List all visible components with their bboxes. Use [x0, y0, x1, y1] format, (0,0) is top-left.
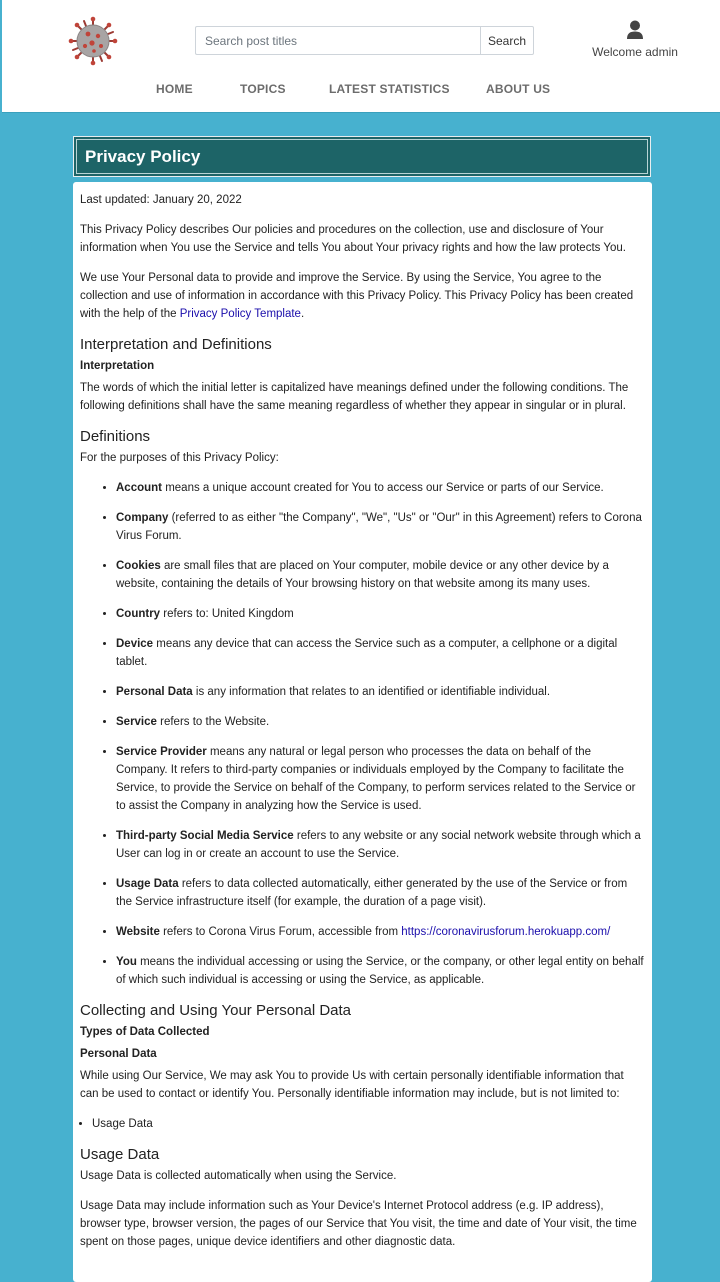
- definition-text: refers to data collected automatically, …: [116, 878, 628, 908]
- interpretation-text: The words of which the initial letter is…: [80, 382, 629, 412]
- usage-data-text-1: Usage Data is collected automatically wh…: [80, 1170, 397, 1182]
- search-button[interactable]: Search: [480, 26, 534, 55]
- definition-term: Cookies: [116, 560, 161, 572]
- definition-term: Account: [116, 482, 162, 494]
- list-item: Usage Data: [92, 1115, 645, 1133]
- definition-term: Personal Data: [116, 686, 193, 698]
- nav-topics[interactable]: TOPICS: [240, 82, 286, 96]
- definition-term: Country: [116, 608, 161, 620]
- virus-logo-icon[interactable]: [68, 16, 118, 66]
- welcome-text: Welcome admin: [592, 45, 678, 59]
- site-header: Search Welcome admin HOME TOPICS LATEST …: [2, 0, 720, 113]
- privacy-policy-template-link[interactable]: Privacy Policy Template: [180, 308, 301, 320]
- subheading-personal-data: Personal Data: [80, 1048, 157, 1060]
- list-item: Device means any device that can access …: [116, 635, 645, 671]
- list-item: You means the individual accessing or us…: [116, 953, 645, 989]
- definition-term: Device: [116, 638, 154, 650]
- intro-2-end: .: [300, 308, 305, 320]
- section-heading-interpretation-definitions: Interpretation and Definitions: [80, 336, 272, 353]
- definition-term: Service Provider: [116, 746, 207, 758]
- policy-content: Last updated: January 20, 2022 This Priv…: [73, 182, 652, 1282]
- personal-data-list: Usage Data: [80, 1115, 645, 1133]
- list-item: Service refers to the Website.: [116, 713, 645, 731]
- definition-text: are small files that are placed on Your …: [116, 560, 609, 590]
- usage-data-text-2: Usage Data may include information such …: [80, 1200, 637, 1248]
- website-url-link[interactable]: https://coronavirusforum.herokuapp.com/: [401, 926, 610, 938]
- definition-text: is any information that relates to an id…: [192, 686, 551, 698]
- intro-2-text: We use Your Personal data to provide and…: [80, 272, 634, 320]
- definition-text: means a unique account created for You t…: [162, 482, 604, 494]
- nav-about-us[interactable]: ABOUT US: [486, 82, 550, 96]
- list-item: Third-party Social Media Service refers …: [116, 827, 645, 863]
- main-nav: HOME TOPICS LATEST STATISTICS ABOUT US: [2, 82, 720, 100]
- search-form: Search: [195, 26, 534, 55]
- nav-home[interactable]: HOME: [156, 82, 193, 96]
- list-item: Cookies are small files that are placed …: [116, 557, 645, 593]
- list-item: Account means a unique account created f…: [116, 479, 645, 497]
- page-title-box: Privacy Policy: [73, 136, 651, 177]
- definition-text: (referred to as either "the Company", "W…: [116, 512, 642, 542]
- definition-text: means the individual accessing or using …: [116, 956, 644, 986]
- list-item: Country refers to: United Kingdom: [116, 605, 645, 623]
- user-icon: [627, 20, 643, 39]
- definition-term: You: [116, 956, 137, 968]
- definitions-list: Account means a unique account created f…: [80, 479, 645, 989]
- list-item: Usage Data refers to data collected auto…: [116, 875, 645, 911]
- list-item: Service Provider means any natural or le…: [116, 743, 645, 815]
- section-heading-definitions: Definitions: [80, 428, 151, 445]
- nav-latest-statistics[interactable]: LATEST STATISTICS: [329, 82, 450, 96]
- list-item: Personal Data is any information that re…: [116, 683, 645, 701]
- user-menu[interactable]: Welcome admin: [580, 20, 690, 59]
- subheading-types-of-data: Types of Data Collected: [80, 1026, 210, 1038]
- intro-paragraph-2: We use Your Personal data to provide and…: [80, 269, 645, 323]
- definition-term: Service: [116, 716, 157, 728]
- definition-term: Website: [116, 926, 160, 938]
- personal-data-text: While using Our Service, We may ask You …: [80, 1070, 624, 1100]
- definition-text: refers to: United Kingdom: [160, 608, 294, 620]
- last-updated: Last updated: January 20, 2022: [80, 194, 242, 206]
- definition-term: Company: [116, 512, 169, 524]
- subheading-interpretation: Interpretation: [80, 360, 155, 372]
- search-input[interactable]: [195, 26, 480, 55]
- section-heading-collecting: Collecting and Using Your Personal Data: [80, 1002, 352, 1019]
- definition-text: refers to the Website.: [156, 716, 270, 728]
- definition-term: Third-party Social Media Service: [116, 830, 294, 842]
- definitions-intro: For the purposes of this Privacy Policy:: [80, 452, 279, 464]
- definition-text: means any device that can access the Ser…: [116, 638, 618, 668]
- list-item: Website refers to Corona Virus Forum, ac…: [116, 923, 645, 941]
- intro-paragraph-1: This Privacy Policy describes Our polici…: [80, 224, 626, 254]
- definition-term: Usage Data: [116, 878, 179, 890]
- definition-text: refers to Corona Virus Forum, accessible…: [159, 926, 402, 938]
- list-item: Company (referred to as either "the Comp…: [116, 509, 645, 545]
- page-title-inner: Privacy Policy: [76, 139, 648, 174]
- page-title: Privacy Policy: [85, 146, 201, 166]
- section-heading-usage-data: Usage Data: [80, 1146, 160, 1163]
